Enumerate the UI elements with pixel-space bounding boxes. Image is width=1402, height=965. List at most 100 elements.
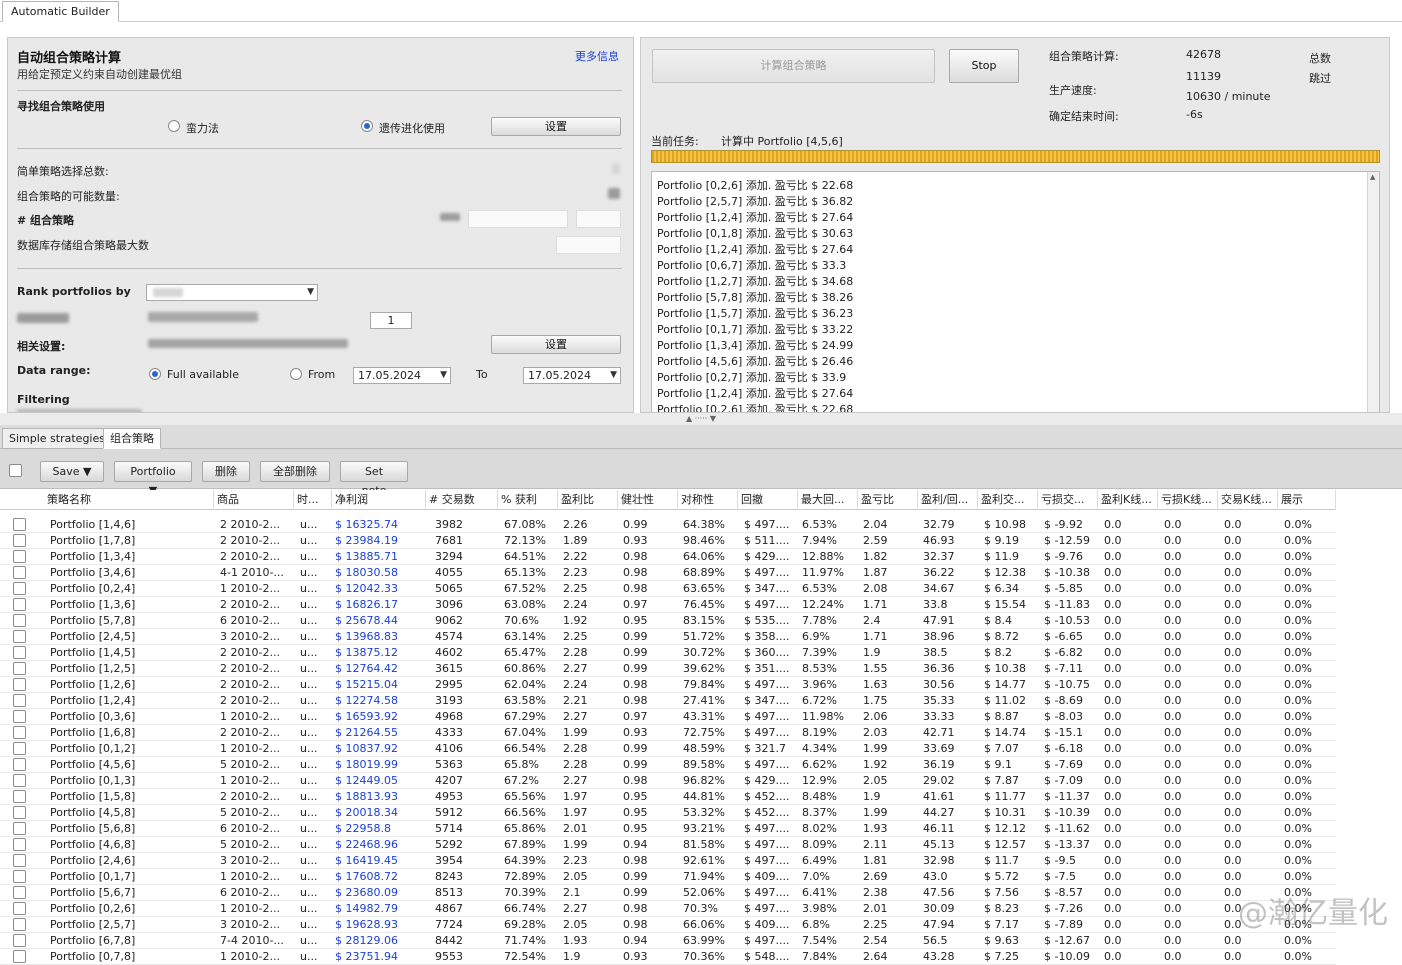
row-checkbox[interactable] [13,854,26,867]
genetic-settings-button[interactable]: 设置 [491,117,621,136]
row-checkbox[interactable] [13,582,26,595]
row-checkbox[interactable] [13,662,26,675]
table-row[interactable]: Portfolio [5,6,7] 6 2010-2... u... $ 23680.… [0,885,1336,901]
table-row[interactable]: Portfolio [1,4,6] 2 2010-2... u... $ 16325.… [0,517,1336,533]
row-checkbox[interactable] [13,710,26,723]
column-header[interactable]: 展示 [1278,490,1336,510]
portfolio-menu-button[interactable]: Portfolio ▼ [114,461,192,497]
row-checkbox[interactable] [13,774,26,787]
column-header[interactable]: 交易K线... [1218,490,1278,510]
table-row[interactable]: Portfolio [5,6,8] 6 2010-2... u... $ 22958.… [0,821,1336,837]
row-checkbox[interactable] [13,870,26,883]
delete-all-button[interactable]: 全部删除 [260,461,330,482]
column-header[interactable]: 盈亏比 [858,490,918,510]
table-row[interactable]: Portfolio [1,3,4] 2 2010-2... u... $ 13885.… [0,549,1336,565]
set-note-button[interactable]: Set note [340,461,408,497]
column-header[interactable]: 对称性 [678,490,738,510]
column-header[interactable]: 健壮性 [618,490,678,510]
column-header[interactable]: 商品 [214,490,294,510]
table-row[interactable]: Portfolio [2,4,5] 3 2010-2... u... $ 13968.… [0,629,1336,645]
table-row[interactable]: Portfolio [4,6,8] 5 2010-2... u... $ 22468.… [0,837,1336,853]
row-checkbox[interactable] [13,790,26,803]
column-header[interactable]: 亏损交... [1038,490,1098,510]
brute-force-radio[interactable] [168,120,180,132]
table-row[interactable]: Portfolio [1,3,6] 2 2010-2... u... $ 16826.… [0,597,1336,613]
rank-select[interactable]: ▼ [146,284,318,301]
redacted-field[interactable] [556,236,621,254]
table-row[interactable]: Portfolio [1,5,8] 2 2010-2... u... $ 18813.… [0,789,1336,805]
column-header[interactable]: % 获利 [498,490,558,510]
table-row[interactable]: Portfolio [6,7,8] 7-4 2010-... u... $ 28129… [0,933,1336,949]
row-checkbox[interactable] [13,902,26,915]
table-row[interactable]: Portfolio [0,1,2] 1 2010-2... u... $ 10837.… [0,741,1336,757]
table-row[interactable]: Portfolio [0,3,6] 1 2010-2... u... $ 16593.… [0,709,1336,725]
table-row[interactable]: Portfolio [0,1,7] 1 2010-2... u... $ 17608.… [0,869,1336,885]
table-row[interactable]: Portfolio [2,5,7] 3 2010-2... u... $ 19628.… [0,917,1336,933]
column-header[interactable]: 回撤 [738,490,798,510]
from-date-picker[interactable]: 17.05.2024 ▼ [353,367,451,384]
rank-count-spinner[interactable]: 1 [370,312,412,329]
row-checkbox[interactable] [13,566,26,579]
column-header[interactable]: 盈利比 [558,490,618,510]
row-checkbox[interactable] [13,934,26,947]
column-header[interactable]: 净利润 [332,490,426,510]
more-info-link[interactable]: 更多信息 [575,48,619,64]
row-checkbox[interactable] [13,886,26,899]
row-checkbox[interactable] [13,918,26,931]
save-button[interactable]: Save ▼ [40,461,104,482]
table-row[interactable]: Portfolio [1,6,8] 2 2010-2... u... $ 21264.… [0,725,1336,741]
to-date-picker[interactable]: 17.05.2024 ▼ [523,367,621,384]
column-header[interactable]: 盈利K线... [1098,490,1158,510]
row-checkbox[interactable] [13,614,26,627]
row-checkbox[interactable] [13,742,26,755]
row-checkbox[interactable] [13,550,26,563]
row-checkbox[interactable] [13,518,26,531]
full-available-radio[interactable] [149,368,161,380]
row-checkbox[interactable] [13,630,26,643]
table-row[interactable]: Portfolio [3,4,6] 4-1 2010-... u... $ 18030… [0,565,1336,581]
row-checkbox[interactable] [13,838,26,851]
column-header[interactable]: # 交易数 [426,490,498,510]
row-checkbox[interactable] [13,758,26,771]
row-checkbox[interactable] [13,678,26,691]
table-row[interactable]: Portfolio [2,4,6] 3 2010-2... u... $ 16419.… [0,853,1336,869]
column-header[interactable]: 亏损K线... [1158,490,1218,510]
row-checkbox[interactable] [13,694,26,707]
table-row[interactable]: Portfolio [0,2,4] 1 2010-2... u... $ 12042.… [0,581,1336,597]
from-radio[interactable] [290,368,302,380]
column-header[interactable]: 盈利/回... [918,490,978,510]
table-row[interactable]: Portfolio [1,2,6] 2 2010-2... u... $ 15215.… [0,677,1336,693]
table-row[interactable]: Portfolio [1,4,5] 2 2010-2... u... $ 13875.… [0,645,1336,661]
table-row[interactable]: Portfolio [1,2,4] 2 2010-2... u... $ 12274.… [0,693,1336,709]
row-checkbox[interactable] [13,822,26,835]
log-scrollbar[interactable]: ▲ [1367,172,1379,412]
table-row[interactable]: Portfolio [5,7,8] 6 2010-2... u... $ 25678.… [0,613,1336,629]
row-checkbox[interactable] [13,950,26,963]
genetic-radio[interactable] [361,120,373,132]
select-all-checkbox[interactable] [9,464,22,477]
column-header[interactable]: 策略名称 [44,490,214,510]
row-checkbox[interactable] [13,806,26,819]
splitter-handle-icon[interactable]: ▲ ····· ▼ [686,414,716,423]
tab-portfolios[interactable]: 组合策略 [103,428,161,449]
panel-splitter[interactable]: ▲ ····· ▼ [0,413,1402,425]
column-header[interactable]: 时... [294,490,332,510]
related-settings-button[interactable]: 设置 [491,335,621,354]
log-output[interactable]: Portfolio [0,2,6] 添加. 盈亏比 $ 22.68 Portfol… [651,171,1380,412]
delete-button[interactable]: 删除 [202,461,250,482]
compute-portfolios-button[interactable]: 计算组合策略 [652,49,935,83]
scroll-up-icon[interactable]: ▲ [1370,173,1375,181]
stop-button[interactable]: Stop [949,49,1019,83]
redacted-field[interactable] [576,210,621,228]
table-row[interactable]: Portfolio [0,1,3] 1 2010-2... u... $ 12449.… [0,773,1336,789]
table-row[interactable]: Portfolio [4,5,6] 5 2010-2... u... $ 18019.… [0,757,1336,773]
tab-simple-strategies[interactable]: Simple strategies [2,428,112,449]
row-checkbox[interactable] [13,534,26,547]
tab-automatic-builder[interactable]: Automatic Builder [2,1,119,22]
column-header[interactable]: 最大回... [798,490,858,510]
table-row[interactable]: Portfolio [0,7,8] 1 2010-2... u... $ 23751.… [0,949,1336,965]
table-row[interactable]: Portfolio [4,5,8] 5 2010-2... u... $ 20018.… [0,805,1336,821]
table-row[interactable]: Portfolio [0,2,6] 1 2010-2... u... $ 14982.… [0,901,1336,917]
table-row[interactable]: Portfolio [1,2,5] 2 2010-2... u... $ 12764.… [0,661,1336,677]
row-checkbox[interactable] [13,726,26,739]
